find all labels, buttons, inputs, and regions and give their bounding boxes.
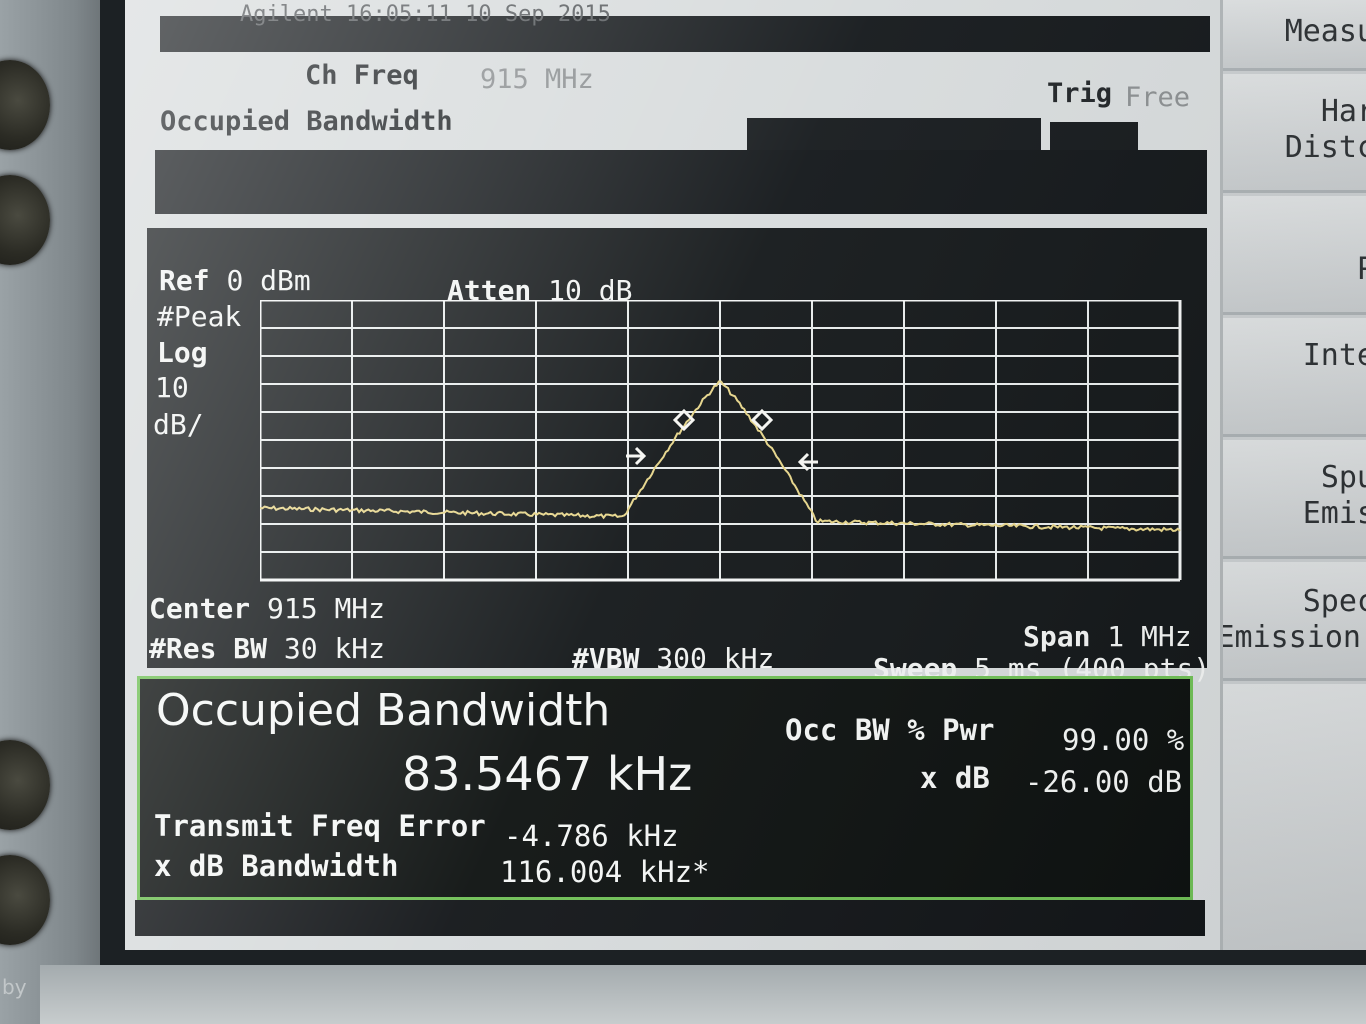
occ-bw-value: 83.5467 kHz	[402, 747, 693, 801]
center-label: Center	[149, 592, 251, 625]
softkey-blank[interactable]	[1223, 684, 1366, 950]
spectrum-graticule	[260, 300, 1182, 582]
res-bw-label: #Res BW	[149, 632, 268, 665]
tx-freq-error-label: Transmit Freq Error	[154, 809, 486, 843]
bezel-label: by	[2, 975, 27, 999]
occ-bw-pwr-value: 99.00 %	[1062, 723, 1185, 757]
softkey-label: Distc	[1284, 130, 1366, 165]
softkey-measure[interactable]: Measu	[1223, 0, 1366, 71]
ch-freq-label: Ch Freq	[305, 60, 419, 91]
span-label: Span	[1023, 620, 1091, 653]
softkey-menu: Measu Har Distc P Inte Spu Emis Spec Emi…	[1220, 0, 1366, 950]
softkey-label: Inte	[1302, 338, 1366, 373]
detector-label: #Peak	[157, 300, 242, 333]
results-panel: Occupied Bandwidth 83.5467 kHz Occ BW % …	[137, 676, 1193, 900]
footer-bar	[135, 900, 1205, 936]
trig-value: Free	[1125, 82, 1191, 113]
x-db-bw-value: 116.004 kHz*	[500, 855, 710, 889]
results-title: Occupied Bandwidth	[156, 685, 611, 736]
ref-value: 0 dBm	[226, 264, 311, 297]
x-db-value: -26.00 dB	[1025, 765, 1183, 799]
softkey-intermod[interactable]: Inte	[1223, 318, 1366, 437]
status-indicator-bar	[747, 118, 1041, 152]
vbw-label: #VBW	[572, 642, 640, 675]
vbw-value: 300 kHz	[656, 642, 775, 675]
measurement-mode-title: Occupied Bandwidth	[160, 106, 453, 137]
softkey-harmonic-distortion[interactable]: Har Distc	[1223, 74, 1366, 193]
trig-label: Trig	[1047, 78, 1113, 109]
spectrum-display: Ref 0 dBm Atten 10 dB #Peak Log 10 dB/ C…	[147, 228, 1210, 685]
graticule-grid	[260, 300, 1182, 582]
softkey-label: Measu	[1284, 14, 1366, 49]
softkey-spurious-emissions[interactable]: Spu Emis	[1223, 440, 1366, 559]
softkey-label: Spec	[1302, 584, 1366, 619]
softkey-label: Emission	[1223, 620, 1361, 655]
res-bw-value: 30 kHz	[283, 632, 386, 665]
softkey-label: P	[1229, 252, 1366, 288]
softkey-spectrum-emission[interactable]: Spec Emission	[1223, 562, 1366, 681]
analyzer-screen: Agilent 16:05:11 10 Sep 2015 Ch Freq 915…	[125, 0, 1366, 950]
scale-unit: dB/	[153, 408, 204, 441]
occ-bw-pwr-label: Occ BW % Pwr	[785, 713, 995, 747]
softkey-label: Emis	[1302, 496, 1366, 531]
bezel-bottom-lip	[40, 965, 1366, 1024]
scale-value: 10	[155, 371, 189, 404]
x-db-label: x dB	[920, 761, 990, 795]
status-strip: Agilent 16:05:11 10 Sep 2015	[160, 2, 1210, 52]
x-db-bw-label: x dB Bandwidth	[154, 849, 399, 883]
ch-freq-value: 915 MHz	[480, 64, 594, 95]
scale-type: Log	[157, 336, 208, 369]
center-value: 915 MHz	[267, 592, 386, 625]
message-band	[155, 150, 1207, 214]
softkey-power[interactable]: P	[1223, 196, 1366, 315]
softkey-label: Spu	[1320, 460, 1366, 495]
softkey-label: Har	[1320, 94, 1366, 129]
span-value: 1 MHz	[1107, 620, 1192, 653]
tx-freq-error-value: -4.786 kHz	[504, 819, 679, 853]
datetime: Agilent 16:05:11 10 Sep 2015	[240, 2, 611, 27]
ref-label: Ref	[159, 264, 210, 297]
